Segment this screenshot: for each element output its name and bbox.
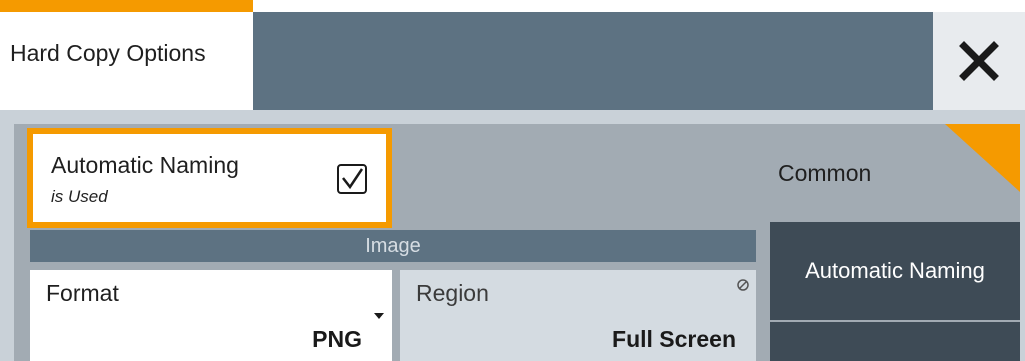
region-value: Full Screen (612, 326, 736, 352)
window-title: Hard Copy Options (10, 40, 206, 66)
automatic-naming-status: is Used (51, 187, 108, 206)
image-section-header: Image (30, 230, 756, 262)
sidebar-item-common[interactable]: Common (778, 160, 871, 187)
sidebar-item-label: Automatic Naming (805, 258, 985, 283)
region-label: Region (416, 280, 489, 306)
title-tab-accent (0, 0, 253, 12)
format-dropdown[interactable]: Format PNG (30, 270, 392, 361)
checkbox-checked-icon[interactable] (337, 164, 367, 194)
image-section-title: Image (365, 234, 421, 257)
automatic-naming-checkbox[interactable]: Automatic Naming is Used (27, 128, 392, 228)
sidebar-item-next[interactable] (770, 322, 1020, 361)
format-value: PNG (312, 326, 362, 352)
close-icon (959, 41, 999, 81)
close-button[interactable] (933, 12, 1025, 110)
dropdown-caret-icon (374, 313, 384, 319)
region-field: Region Full Screen (400, 270, 756, 361)
format-label: Format (46, 280, 119, 306)
automatic-naming-label: Automatic Naming (51, 152, 239, 178)
sidebar-item-automatic-naming[interactable]: Automatic Naming (770, 222, 1020, 320)
read-only-icon (737, 279, 749, 291)
title-bar (253, 12, 933, 110)
